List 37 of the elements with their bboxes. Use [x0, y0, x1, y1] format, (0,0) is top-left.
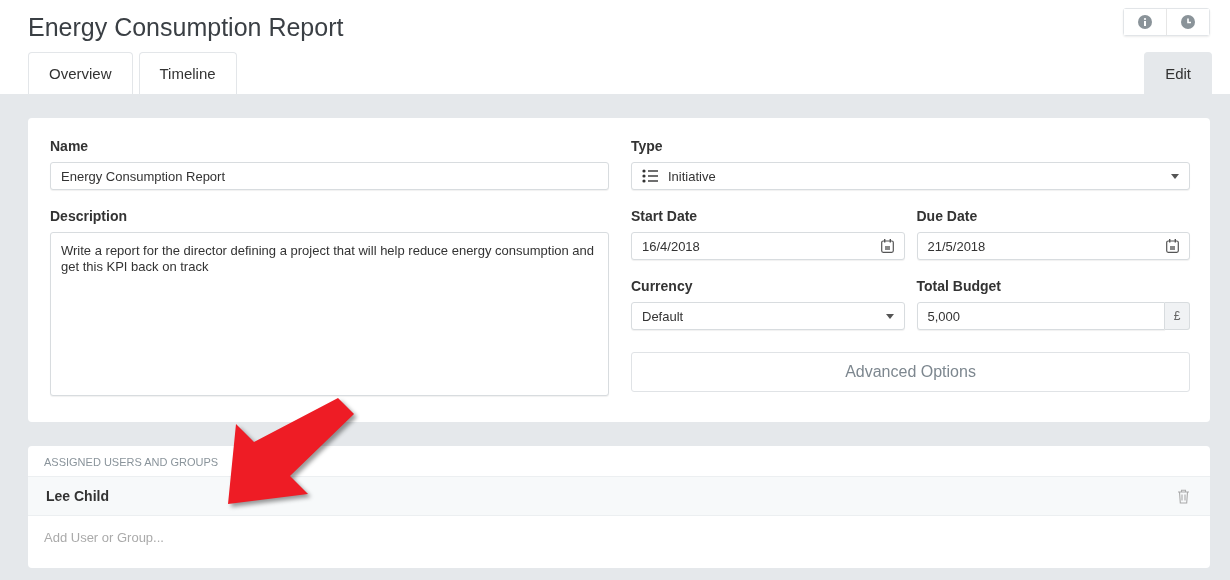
type-dropdown[interactable]: Initiative — [631, 162, 1190, 190]
caret-icon — [885, 313, 894, 319]
field-label: Type — [631, 138, 664, 154]
currency-value: Default — [642, 308, 685, 324]
type-value: Initiative — [668, 168, 717, 184]
section-heading: ASSIGNED USERS AND GROUPS — [43, 455, 220, 470]
currency-addon: £ — [1165, 302, 1190, 330]
user-name: Lee Child — [46, 488, 109, 504]
field-label: Total Budget — [916, 278, 1002, 294]
info-icon — [1138, 15, 1152, 29]
description-field[interactable]: Write a report for the director defining a project that will help reduce energy consumption and get this KPI back on track — [50, 232, 609, 396]
tab[interactable]: Edit — [1144, 52, 1212, 94]
field-label: Description — [50, 208, 128, 224]
list-icon — [642, 169, 658, 183]
tab[interactable]: Overview — [28, 52, 133, 94]
advanced-options-button[interactable]: Advanced Options — [631, 352, 1190, 392]
name-field[interactable]: Energy Consumption Report — [50, 162, 609, 190]
date-value: 16/4/2018 — [642, 238, 701, 254]
field-label: Currency — [631, 278, 694, 294]
field-label: Due Date — [916, 208, 979, 224]
info-button[interactable] — [1124, 9, 1166, 35]
field-label: Start Date — [631, 208, 699, 224]
user-row[interactable]: Lee Child — [28, 476, 1210, 516]
currency-dropdown[interactable]: Default — [631, 302, 905, 330]
calendar-icon — [880, 239, 894, 253]
page-title: Energy Consumption Report — [28, 12, 344, 42]
calendar-icon — [1166, 239, 1179, 253]
field-label: Name — [50, 138, 90, 154]
tab[interactable]: Timeline — [138, 52, 237, 94]
due-date-field[interactable]: 21/5/2018 — [916, 232, 1190, 260]
caret-icon — [1171, 173, 1179, 179]
budget-field[interactable]: 5,000 — [916, 302, 1165, 330]
date-value: 21/5/2018 — [927, 238, 987, 254]
trash-icon[interactable] — [1177, 488, 1190, 504]
clock-icon — [1181, 15, 1195, 29]
start-date-field[interactable]: 16/4/2018 — [631, 232, 905, 260]
history-button[interactable] — [1166, 9, 1209, 35]
